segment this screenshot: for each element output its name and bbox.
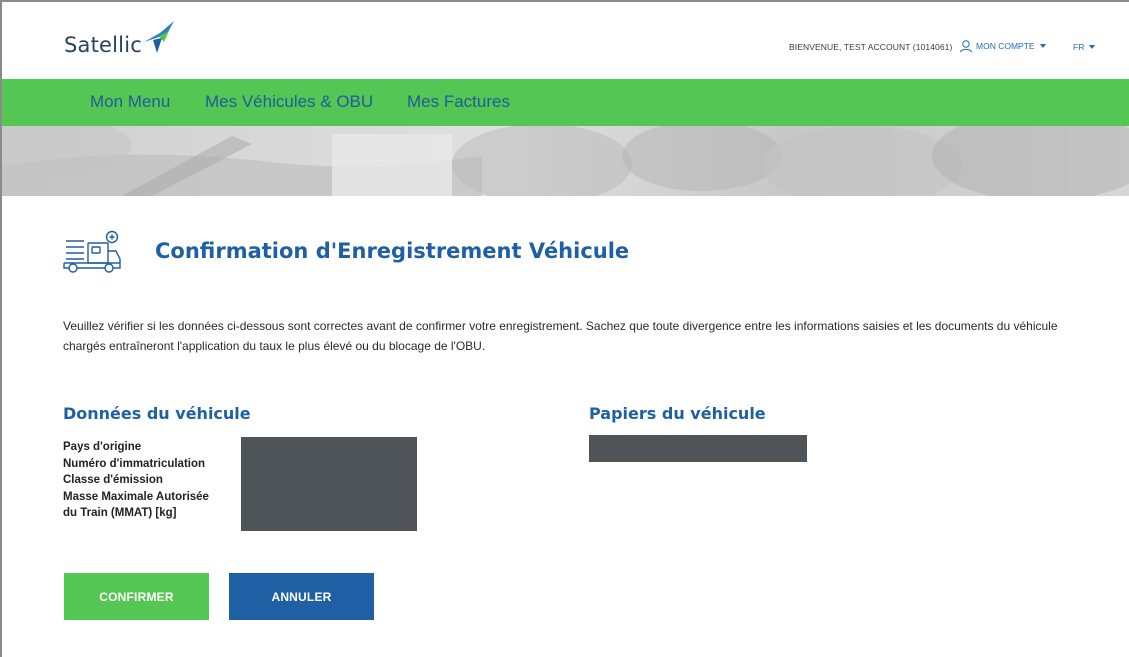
- vehicle-papers-redacted: [589, 435, 807, 462]
- vehicle-data-title: Données du véhicule: [63, 404, 251, 423]
- welcome-text: BIENVENUE, TEST ACCOUNT (1014061): [789, 42, 953, 52]
- confirm-button[interactable]: CONFIRMER: [64, 573, 209, 620]
- nav-item-mon-menu[interactable]: Mon Menu: [90, 92, 170, 112]
- nav-item-vehicules-obu[interactable]: Mes Véhicules & OBU: [205, 92, 373, 112]
- vehicle-papers-title: Papiers du véhicule: [589, 404, 766, 423]
- page-title: Confirmation d'Enregistrement Véhicule: [155, 239, 630, 263]
- label-registration: Numéro d'immatriculation: [63, 457, 206, 470]
- vehicle-data-redacted-values: [241, 437, 417, 531]
- label-mmat-line1: Masse Maximale Autorisée: [63, 490, 209, 503]
- language-selector[interactable]: FR: [1073, 42, 1096, 52]
- header-banner-image: [2, 126, 1129, 196]
- label-mmat-line2: du Train (MMAT) [kg]: [63, 507, 177, 519]
- user-icon: [960, 40, 972, 53]
- cancel-button[interactable]: ANNULER: [229, 573, 374, 620]
- vehicle-data-labels: Pays d'origine Numéro d'immatriculation …: [63, 439, 209, 522]
- language-label: FR: [1073, 42, 1085, 52]
- nav-item-factures[interactable]: Mes Factures: [407, 92, 510, 112]
- intro-text: Veuillez vérifier si les données ci-dess…: [63, 319, 1058, 353]
- logo-text: Satellic: [64, 33, 143, 57]
- chevron-down-icon: [1089, 45, 1096, 49]
- satellic-bird-logo-icon: [144, 21, 175, 53]
- banner-photo: [2, 126, 1129, 196]
- label-emission-class: Classe d'émission: [63, 474, 163, 486]
- chevron-down-icon: [1039, 44, 1046, 48]
- label-country: Pays d'origine: [63, 441, 142, 453]
- my-account-label: MON COMPTE: [976, 41, 1035, 51]
- top-header: Satellic BIENVENUE, TEST ACCOUNT (101406…: [2, 2, 1129, 79]
- my-account-menu[interactable]: MON COMPTE: [959, 39, 1046, 53]
- truck-document-icon: [63, 230, 121, 273]
- main-navigation: Mon Menu Mes Véhicules & OBU Mes Facture…: [2, 79, 1129, 126]
- satellic-logo[interactable]: Satellic: [64, 18, 176, 58]
